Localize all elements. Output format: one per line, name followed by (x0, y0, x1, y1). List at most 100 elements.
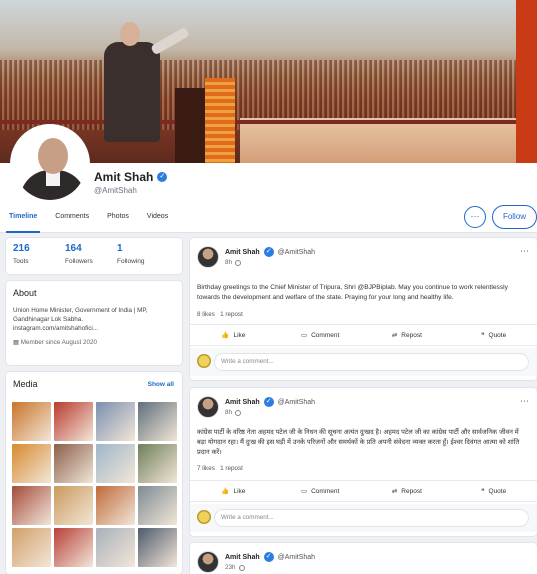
repost-label: Repost (401, 332, 422, 339)
follow-button[interactable]: Follow (492, 205, 537, 229)
post-card: Amit Shah ✓ @AmitShah 8h ⋯ Birthday gree… (190, 238, 537, 380)
globe-icon (238, 564, 245, 571)
more-options-button[interactable]: ··· (464, 206, 486, 228)
cover-speaker (98, 22, 190, 142)
like-button[interactable]: 👍 Like (190, 325, 277, 345)
calendar-icon: ▦ (13, 339, 21, 346)
comment-button[interactable]: ▭ Comment (277, 481, 364, 501)
comment-label: Comment (311, 332, 340, 339)
post-likes[interactable]: 7 likes (197, 465, 215, 472)
stat-label: Followers (65, 258, 93, 265)
profile-name: Amit Shah ✓ (94, 170, 168, 184)
profile-name-text: Amit Shah (94, 170, 154, 184)
stat-followers[interactable]: 164 Followers (65, 243, 117, 274)
verified-icon: ✓ (263, 247, 274, 257)
tab-videos[interactable]: Videos (138, 208, 177, 233)
comment-button[interactable]: ▭ Comment (277, 325, 364, 345)
post-card: Amit Shah ✓ @AmitShah 8h ⋯ कांग्रेस पार्… (190, 388, 537, 536)
commenter-avatar (197, 510, 211, 524)
post-actions: 👍 Like ▭ Comment ⇄ Repost ❝ Quote (190, 480, 537, 502)
thumbs-up-icon: 👍 (221, 332, 230, 339)
about-card: About Union Home Minister, Government of… (6, 281, 182, 365)
post-author-handle[interactable]: @AmitShah (278, 399, 315, 406)
media-thumbnail[interactable] (138, 402, 177, 441)
post-avatar[interactable] (197, 246, 219, 268)
show-all-link[interactable]: Show all (148, 381, 174, 388)
media-thumbnail[interactable] (54, 444, 93, 483)
media-thumbnail[interactable] (96, 402, 135, 441)
post-likes[interactable]: 8 likes (197, 311, 215, 318)
stat-value: 216 (13, 243, 30, 254)
bio-link[interactable]: instagram.com/amitshahofici... (13, 324, 175, 333)
post-time-text[interactable]: 23h (225, 564, 236, 571)
post-author-handle[interactable]: @AmitShah (278, 554, 315, 561)
stat-value: 1 (117, 243, 123, 254)
post-author-name[interactable]: Amit Shah (225, 399, 260, 406)
post-stats: 8 likes 1 repost (197, 311, 243, 318)
like-label: Like (233, 332, 246, 339)
post-avatar[interactable] (197, 396, 219, 418)
media-thumbnail[interactable] (12, 486, 51, 525)
repost-button[interactable]: ⇄ Repost (364, 325, 451, 345)
comment-label: Comment (311, 488, 340, 495)
post-author-name[interactable]: Amit Shah (225, 249, 260, 256)
stat-label: Following (117, 258, 145, 265)
cover-ground (240, 118, 537, 163)
media-thumbnail[interactable] (12, 444, 51, 483)
post-time-text[interactable]: 8h (225, 259, 232, 266)
member-since-text: Member since August 2020 (20, 339, 98, 346)
comment-icon: ▭ (300, 488, 308, 495)
cover-railing (0, 120, 537, 124)
media-thumbnail[interactable] (12, 528, 51, 567)
media-thumbnail[interactable] (12, 402, 51, 441)
media-thumbnail[interactable] (96, 444, 135, 483)
cover-flag (516, 0, 537, 163)
post-menu-icon[interactable]: ⋯ (520, 396, 529, 407)
post-time-text[interactable]: 8h (225, 409, 232, 416)
comment-input[interactable]: Write a comment... (214, 353, 529, 371)
tab-timeline[interactable]: Timeline (0, 208, 46, 233)
like-label: Like (233, 488, 246, 495)
like-button[interactable]: 👍 Like (190, 481, 277, 501)
media-thumbnail[interactable] (96, 528, 135, 567)
quote-icon: ❝ (481, 332, 485, 339)
repost-button[interactable]: ⇄ Repost (364, 481, 451, 501)
globe-icon (235, 409, 242, 416)
repost-icon: ⇄ (391, 332, 398, 339)
about-bio: Union Home Minister, Government of India… (13, 306, 175, 333)
post-time: 8h (225, 409, 242, 416)
media-thumbnail[interactable] (138, 444, 177, 483)
post-author: Amit Shah ✓ @AmitShah (225, 247, 315, 257)
comment-input[interactable]: Write a comment... (214, 509, 529, 527)
quote-button[interactable]: ❝ Quote (450, 325, 537, 345)
media-thumbnail[interactable] (96, 486, 135, 525)
profile-avatar[interactable] (10, 124, 90, 204)
post-avatar[interactable] (197, 551, 219, 573)
media-thumbnail[interactable] (138, 486, 177, 525)
post-author-name[interactable]: Amit Shah (225, 554, 260, 561)
media-thumbnail[interactable] (138, 528, 177, 567)
post-time: 8h (225, 259, 242, 266)
post-reposts[interactable]: 1 repost (220, 465, 243, 472)
post-menu-icon[interactable]: ⋯ (520, 246, 529, 257)
media-thumbnail[interactable] (54, 528, 93, 567)
media-thumbnail[interactable] (54, 486, 93, 525)
stat-toots[interactable]: 216 Toots (13, 243, 65, 274)
profile-handle: @AmitShah (94, 186, 137, 195)
thumbs-up-icon: 👍 (221, 488, 230, 495)
tab-photos[interactable]: Photos (98, 208, 138, 233)
stat-following[interactable]: 1 Following (117, 243, 169, 274)
post-reposts[interactable]: 1 repost (220, 311, 243, 318)
verified-icon: ✓ (263, 552, 274, 562)
repost-label: Repost (401, 488, 422, 495)
post-author-handle[interactable]: @AmitShah (278, 249, 315, 256)
comment-row: Write a comment... (190, 504, 537, 532)
comment-icon: ▭ (300, 332, 308, 339)
post-stats: 7 likes 1 repost (197, 465, 243, 472)
media-thumbnail[interactable] (54, 402, 93, 441)
member-since: ▦ Member since August 2020 (13, 339, 175, 346)
post-author: Amit Shah ✓ @AmitShah (225, 552, 315, 562)
repost-icon: ⇄ (391, 488, 398, 495)
tab-comments[interactable]: Comments (46, 208, 98, 233)
quote-button[interactable]: ❝ Quote (450, 481, 537, 501)
